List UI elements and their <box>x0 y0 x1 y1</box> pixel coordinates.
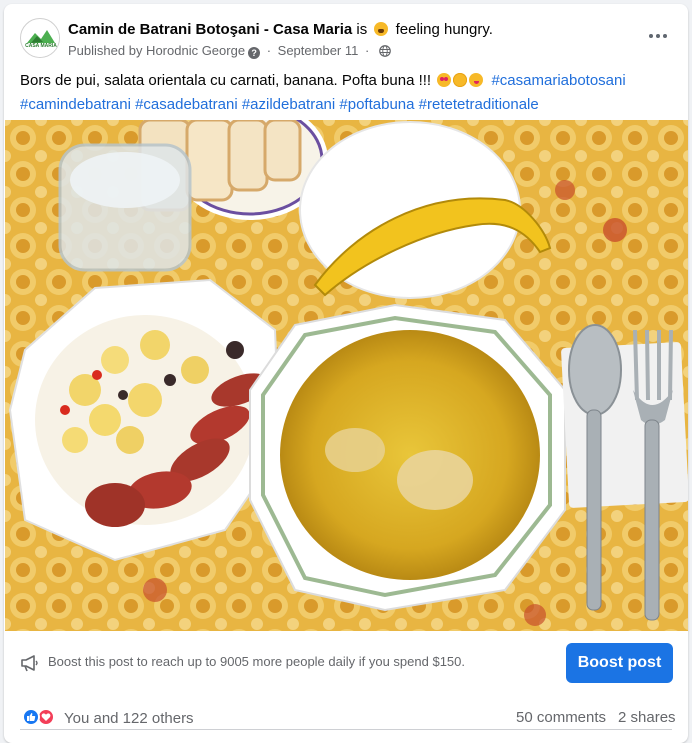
post-photo[interactable] <box>5 120 688 631</box>
feeling-text: feeling hungry. <box>395 21 493 38</box>
hungry-face-emoji-icon <box>374 22 389 36</box>
separator-dot: · <box>364 43 370 58</box>
hashtag-link[interactable]: #camindebatrani <box>20 96 131 113</box>
hashtag-link[interactable]: #retetetraditionale <box>419 96 539 113</box>
hashtag-link[interactable]: #poftabuna <box>339 96 414 113</box>
face-savoring-food-emoji-icon <box>469 73 484 87</box>
smiling-face-with-hearts-emoji-icon <box>453 73 468 87</box>
comments-count-link[interactable]: 50 comments <box>516 709 606 726</box>
food-photo-image <box>5 120 688 631</box>
page-name-link[interactable]: Camin de Batrani Botoşani - Casa Maria <box>68 21 352 38</box>
page-avatar[interactable]: CASA MARIA <box>20 18 60 58</box>
globe-icon[interactable] <box>379 45 391 57</box>
megaphone-icon <box>21 655 38 672</box>
more-options-icon <box>649 34 653 38</box>
post-text: Bors de pui, salata orientala cu carnati… <box>20 70 680 116</box>
boost-bar: Boost this post to reach up to 9005 more… <box>4 632 688 692</box>
post-header: CASA MARIA Camin de Batrani Botoşani - C… <box>4 4 688 64</box>
feeling-prefix: is <box>356 21 368 38</box>
post-title-line: Camin de Batrani Botoşani - Casa Maria i… <box>68 21 493 38</box>
post-emojis <box>437 72 485 94</box>
post-card: CASA MARIA Camin de Batrani Botoşani - C… <box>4 4 688 743</box>
info-question-icon[interactable]: ? <box>248 47 261 59</box>
reaction-icons[interactable] <box>22 708 62 726</box>
post-body-text: Bors de pui, salata orientala cu carnati… <box>20 72 432 89</box>
boost-description: Boost this post to reach up to 9005 more… <box>48 654 465 669</box>
heart-eyes-emoji-icon <box>437 73 452 87</box>
hashtag-link[interactable]: #casamariabotosani <box>491 72 625 89</box>
separator-dot: · <box>266 43 272 58</box>
hashtag-link[interactable]: #casadebatrani <box>135 96 238 113</box>
post-stats-bar: You and 122 others 50 comments 2 shares <box>20 704 676 730</box>
post-date-link[interactable]: September 11 <box>278 43 359 58</box>
like-icon <box>22 708 40 726</box>
shares-count-link[interactable]: 2 shares <box>618 709 676 726</box>
post-meta-line: Published by Horodnic George? · Septembe… <box>68 43 391 59</box>
hashtag-link[interactable]: #azildebatrani <box>242 96 335 113</box>
boost-post-button[interactable]: Boost post <box>566 643 673 683</box>
published-by: Published by Horodnic George <box>68 43 246 58</box>
more-options-button[interactable] <box>644 22 672 50</box>
avatar-logo-text: CASA MARIA <box>25 43 57 49</box>
reactions-count[interactable]: You and 122 others <box>64 710 194 727</box>
